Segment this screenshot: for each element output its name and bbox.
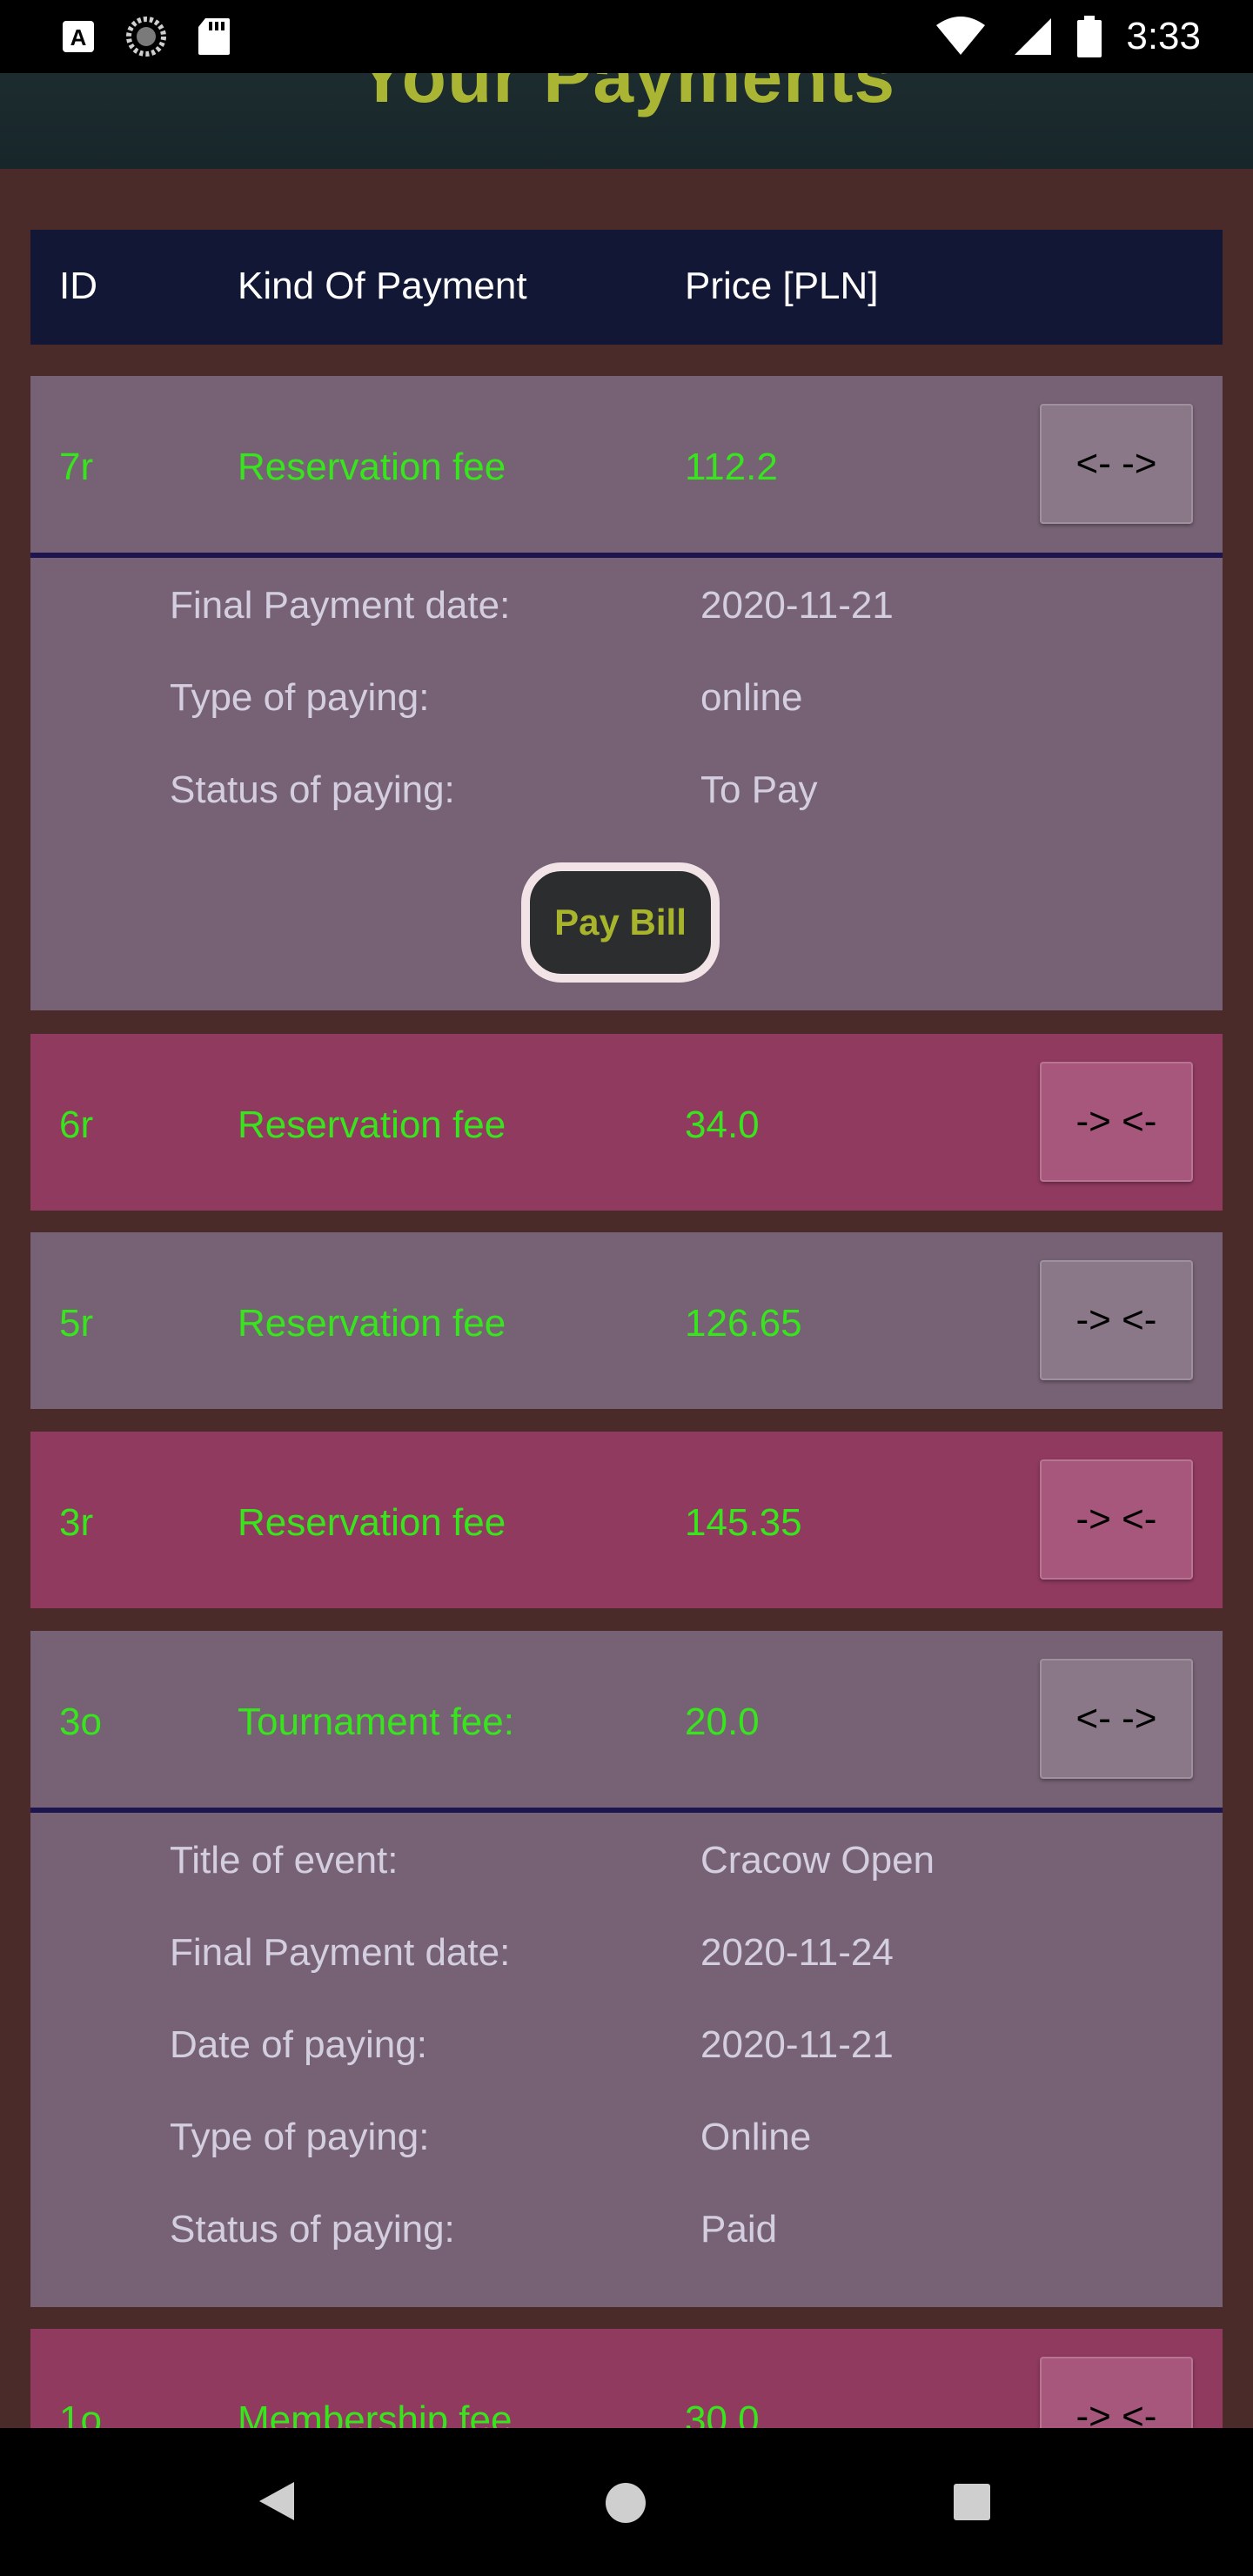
clock: 3:33 [1126, 15, 1201, 57]
expand-toggle-button[interactable]: -> <- [1040, 1459, 1193, 1580]
detail-value: Cracow Open [700, 1839, 935, 1882]
payment-kind: Reservation fee [238, 446, 506, 488]
header-id: ID [59, 265, 97, 307]
payment-row: 7r Reservation fee 112.2 <- -> [30, 376, 1223, 553]
payment-row: 5r Reservation fee 126.65 -> <- [30, 1232, 1223, 1409]
detail-label: Date of paying: [170, 2023, 427, 2066]
back-icon[interactable] [259, 2482, 294, 2520]
svg-text:A: A [70, 24, 87, 50]
payment-id: 3o [59, 1701, 102, 1743]
battery-icon [1077, 16, 1102, 57]
navigation-bar [0, 2428, 1253, 2576]
wifi-icon [936, 17, 986, 55]
a-notification-icon: A [63, 21, 94, 52]
payment-kind: Membership fee [238, 2398, 513, 2428]
payment-id: 7r [59, 446, 94, 488]
detail-label: Status of paying: [170, 2208, 455, 2251]
status-bar: A 3:33 [0, 0, 1253, 73]
detail-label: Title of event: [170, 1839, 399, 1882]
detail-value: 2020-11-21 [700, 2023, 894, 2066]
payment-price: 20.0 [685, 1701, 760, 1743]
detail-label: Final Payment date: [170, 1931, 511, 1974]
payment-kind: Reservation fee [238, 1104, 506, 1146]
app-header: Your Payments [0, 73, 1253, 169]
detail-label: Type of paying: [170, 676, 430, 719]
payment-kind: Tournament fee: [238, 1701, 514, 1743]
table-header: ID Kind Of Payment Price [PLN] [30, 230, 1223, 345]
header-kind: Kind Of Payment [238, 265, 527, 307]
payment-id: 1o [59, 2398, 102, 2428]
detail-label: Status of paying: [170, 768, 455, 811]
signal-icon [1015, 18, 1052, 55]
payment-price: 145.35 [685, 1501, 802, 1544]
sd-card-icon [198, 18, 230, 55]
expand-toggle-button[interactable]: <- -> [1040, 404, 1193, 524]
payment-row: 1o Membership fee 30.0 -> <- [30, 2329, 1223, 2428]
payment-price: 30.0 [685, 2398, 760, 2428]
expand-toggle-button[interactable]: -> <- [1040, 1062, 1193, 1182]
payments-list[interactable]: ID Kind Of Payment Price [PLN] 7r Reserv… [0, 169, 1253, 2428]
payment-row: 3r Reservation fee 145.35 -> <- [30, 1432, 1223, 1608]
detail-label: Type of paying: [170, 2116, 430, 2158]
pay-bill-button[interactable]: Pay Bill [521, 862, 720, 983]
detail-value: online [700, 676, 803, 719]
payment-id: 5r [59, 1302, 94, 1345]
sync-icon [126, 17, 166, 57]
detail-value: Paid [700, 2208, 778, 2251]
detail-value: Online [700, 2116, 812, 2158]
payment-row: 6r Reservation fee 34.0 -> <- [30, 1034, 1223, 1211]
detail-value: 2020-11-24 [700, 1931, 894, 1974]
recents-icon[interactable] [954, 2484, 990, 2520]
payment-kind: Reservation fee [238, 1501, 506, 1544]
detail-label: Final Payment date: [170, 584, 511, 627]
detail-value: To Pay [700, 768, 818, 811]
payment-row: 3o Tournament fee: 20.0 <- -> [30, 1631, 1223, 1808]
page-title: Your Payments [357, 73, 896, 117]
payment-details: Final Payment date: 2020-11-21 Type of p… [30, 553, 1223, 1010]
payment-price: 126.65 [685, 1302, 802, 1345]
detail-value: 2020-11-21 [700, 584, 894, 627]
payment-price: 34.0 [685, 1104, 760, 1146]
header-price: Price [PLN] [685, 265, 879, 307]
expand-toggle-button[interactable]: <- -> [1040, 1659, 1193, 1779]
payment-id: 3r [59, 1501, 94, 1544]
payment-id: 6r [59, 1104, 94, 1146]
payment-price: 112.2 [685, 446, 778, 488]
home-icon[interactable] [606, 2483, 646, 2523]
expand-toggle-button[interactable]: -> <- [1040, 2357, 1193, 2428]
expand-toggle-button[interactable]: -> <- [1040, 1260, 1193, 1380]
payment-kind: Reservation fee [238, 1302, 506, 1345]
payment-details: Title of event: Cracow Open Final Paymen… [30, 1808, 1223, 2307]
